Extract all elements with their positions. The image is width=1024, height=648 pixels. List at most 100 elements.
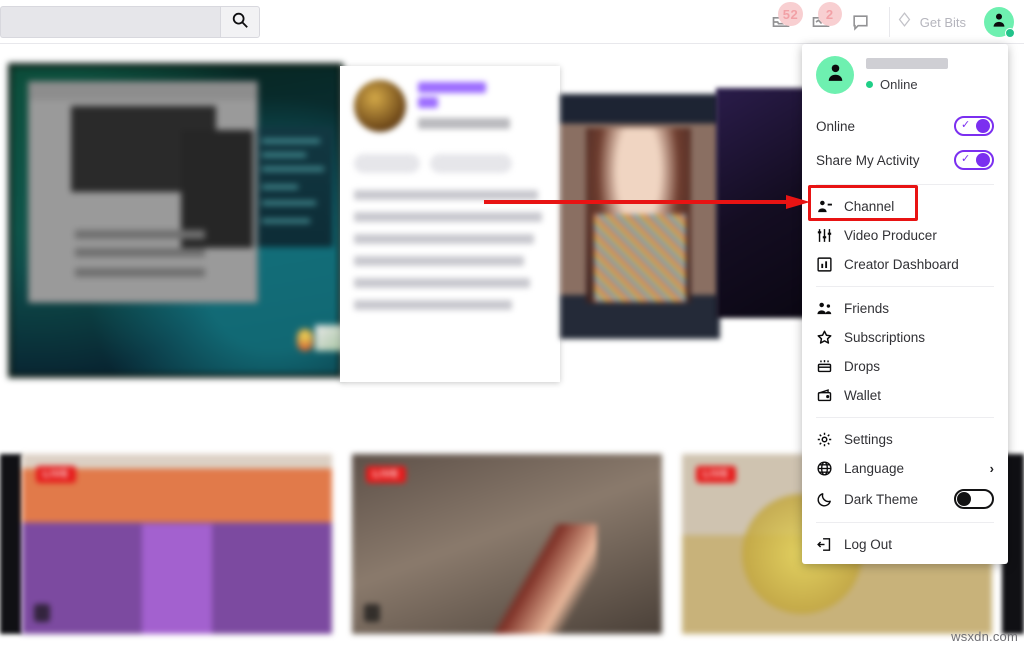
topbar-actions: 52 2 Get Bits [761, 0, 1015, 44]
get-bits-label: Get Bits [919, 14, 966, 30]
check-icon: ✓ [961, 119, 971, 131]
bar-chart-icon [816, 256, 833, 273]
share-activity-toggle-label: Share My Activity [816, 152, 920, 168]
thumbnail-edge-left [0, 454, 22, 634]
get-bits-button[interactable]: Get Bits [888, 7, 978, 37]
globe-icon [816, 460, 833, 477]
online-toggle-label: Online [816, 118, 856, 134]
notifications-icon-button[interactable]: 2 [801, 2, 842, 42]
menu-username [866, 58, 948, 69]
inbox-badge: 52 [777, 2, 804, 26]
tag-language [354, 154, 420, 173]
annotation-arrow [484, 195, 810, 209]
tag-category [430, 154, 512, 173]
menu-avatar [816, 56, 854, 94]
in-game-window [28, 81, 258, 303]
menu-settings-group: Settings Language › Dark Theme [802, 420, 1008, 520]
menu-divider [816, 184, 994, 185]
featured-stream-preview[interactable] [8, 63, 343, 378]
person-icon [823, 60, 848, 90]
viewer-badge [34, 604, 50, 622]
menu-item-label: Friends [844, 301, 890, 316]
watermark: wsxdn.com [951, 629, 1018, 644]
menu-item-dark-theme[interactable]: Dark Theme [802, 483, 1008, 515]
menu-item-subscriptions[interactable]: Subscriptions [802, 323, 1008, 352]
sliders-icon [816, 227, 833, 244]
menu-item-label: Wallet [844, 388, 882, 403]
menu-item-language[interactable]: Language › [802, 454, 1008, 483]
online-toggle[interactable]: ✓ [954, 116, 994, 136]
menu-status-label: Online [880, 77, 918, 92]
search-button[interactable] [220, 6, 260, 38]
live-badge: LIVE [36, 466, 76, 483]
menu-item-label: Log Out [844, 537, 893, 552]
menu-identity: Online [866, 58, 994, 92]
menu-item-label: Video Producer [844, 228, 937, 243]
app-root: 52 2 Get Bits LIVE LIVE LIVE Online Onli… [0, 0, 1024, 648]
toggle-knob [957, 492, 971, 506]
stream-card[interactable]: LIVE [352, 454, 662, 634]
viewer-count [418, 118, 510, 129]
menu-item-video-producer[interactable]: Video Producer [802, 221, 1008, 250]
friends-icon [816, 300, 833, 317]
share-activity-toggle-row[interactable]: Share My Activity ✓ [802, 143, 1008, 177]
menu-social-group: Friends Subscriptions Drops Wallet [802, 289, 1008, 415]
menu-item-log-out[interactable]: Log Out [802, 530, 1008, 559]
online-toggle-row[interactable]: Online ✓ [802, 109, 1008, 143]
menu-item-label: Creator Dashboard [844, 257, 959, 272]
stream-scene [12, 67, 343, 374]
stream-thumbnail-tall[interactable] [560, 94, 720, 339]
notifications-badge: 2 [817, 2, 842, 26]
gear-icon [816, 431, 833, 448]
menu-item-label: Drops [844, 359, 881, 374]
stream-card[interactable]: LIVE [22, 454, 332, 634]
menu-item-friends[interactable]: Friends [802, 294, 1008, 323]
moon-icon [816, 491, 833, 508]
menu-item-settings[interactable]: Settings [802, 425, 1008, 454]
toggle-knob [976, 119, 990, 133]
menu-item-drops[interactable]: Drops [802, 352, 1008, 381]
menu-creator-group: Channel Video Producer Creator Dashboard [802, 187, 1008, 284]
live-badge: LIVE [366, 466, 406, 483]
search-input[interactable] [0, 6, 220, 38]
star-icon [816, 329, 833, 346]
menu-account-header[interactable]: Online [802, 44, 1008, 104]
profile-card-content [340, 66, 560, 382]
streamer-name-line2 [418, 97, 438, 108]
account-dropdown-menu: Online Online ✓ Share My Activity ✓ Chan… [802, 44, 1008, 564]
person-icon [989, 10, 1009, 35]
live-badge: LIVE [696, 466, 736, 483]
menu-divider [816, 417, 994, 418]
menu-presence-group: Online ✓ Share My Activity ✓ [802, 104, 1008, 182]
menu-divider [816, 522, 994, 523]
menu-item-wallet[interactable]: Wallet [802, 381, 1008, 410]
menu-item-channel[interactable]: Channel [802, 192, 1008, 221]
logout-icon [816, 536, 833, 553]
channel-person-icon [816, 198, 833, 215]
search-icon [231, 11, 249, 34]
menu-item-label: Language [844, 461, 905, 476]
toggle-knob [976, 153, 990, 167]
viewer-badge [364, 604, 380, 622]
share-activity-toggle[interactable]: ✓ [954, 150, 994, 170]
chevron-right-icon: › [989, 461, 994, 476]
streamer-profile-card[interactable] [340, 66, 560, 382]
top-navigation-bar: 52 2 Get Bits [0, 0, 1024, 44]
menu-item-label: Dark Theme [844, 491, 919, 507]
account-avatar-button[interactable] [984, 7, 1015, 38]
check-icon: ✓ [961, 153, 971, 165]
streamer-avatar [354, 80, 406, 132]
whispers-icon-button[interactable] [841, 2, 881, 42]
menu-divider [816, 286, 994, 287]
dark-theme-toggle[interactable] [954, 489, 994, 509]
menu-item-label: Subscriptions [844, 330, 926, 345]
inbox-icon-button[interactable]: 52 [761, 2, 804, 42]
online-status-dot [866, 81, 873, 88]
menu-status: Online [866, 77, 994, 92]
drops-chest-icon [816, 358, 833, 375]
search-bar [0, 6, 260, 38]
menu-item-creator-dashboard[interactable]: Creator Dashboard [802, 250, 1008, 279]
in-game-sidebar [257, 127, 333, 247]
menu-item-label: Settings [844, 432, 893, 447]
bits-diamond-icon [896, 11, 913, 33]
